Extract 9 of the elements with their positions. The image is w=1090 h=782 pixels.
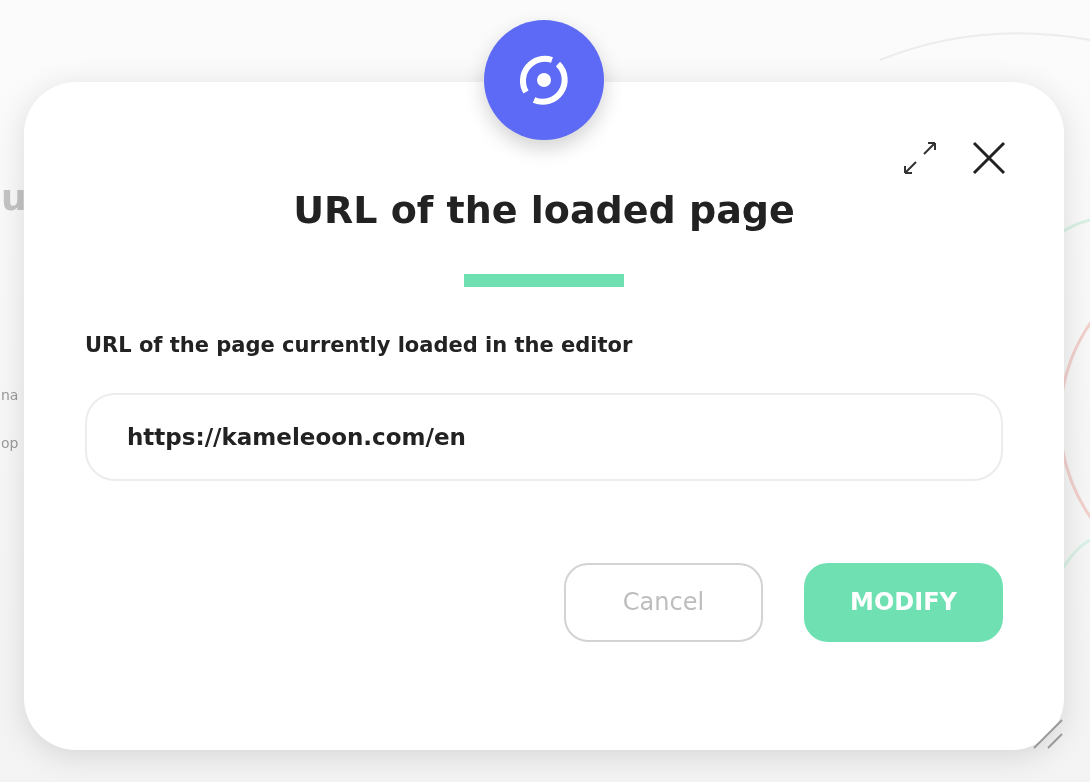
url-field[interactable]: https://kameleoon.com/en (85, 392, 1003, 481)
close-icon[interactable] (972, 141, 1006, 175)
modify-button[interactable]: MODIFY (804, 562, 1003, 642)
field-label: URL of the page currently loaded in the editor (85, 332, 634, 357)
cancel-button[interactable]: Cancel (564, 562, 763, 642)
background-text: op (1, 436, 19, 450)
background-text: na (1, 388, 19, 402)
dialog-title: URL of the loaded page (292, 188, 796, 234)
expand-icon[interactable] (902, 140, 938, 176)
